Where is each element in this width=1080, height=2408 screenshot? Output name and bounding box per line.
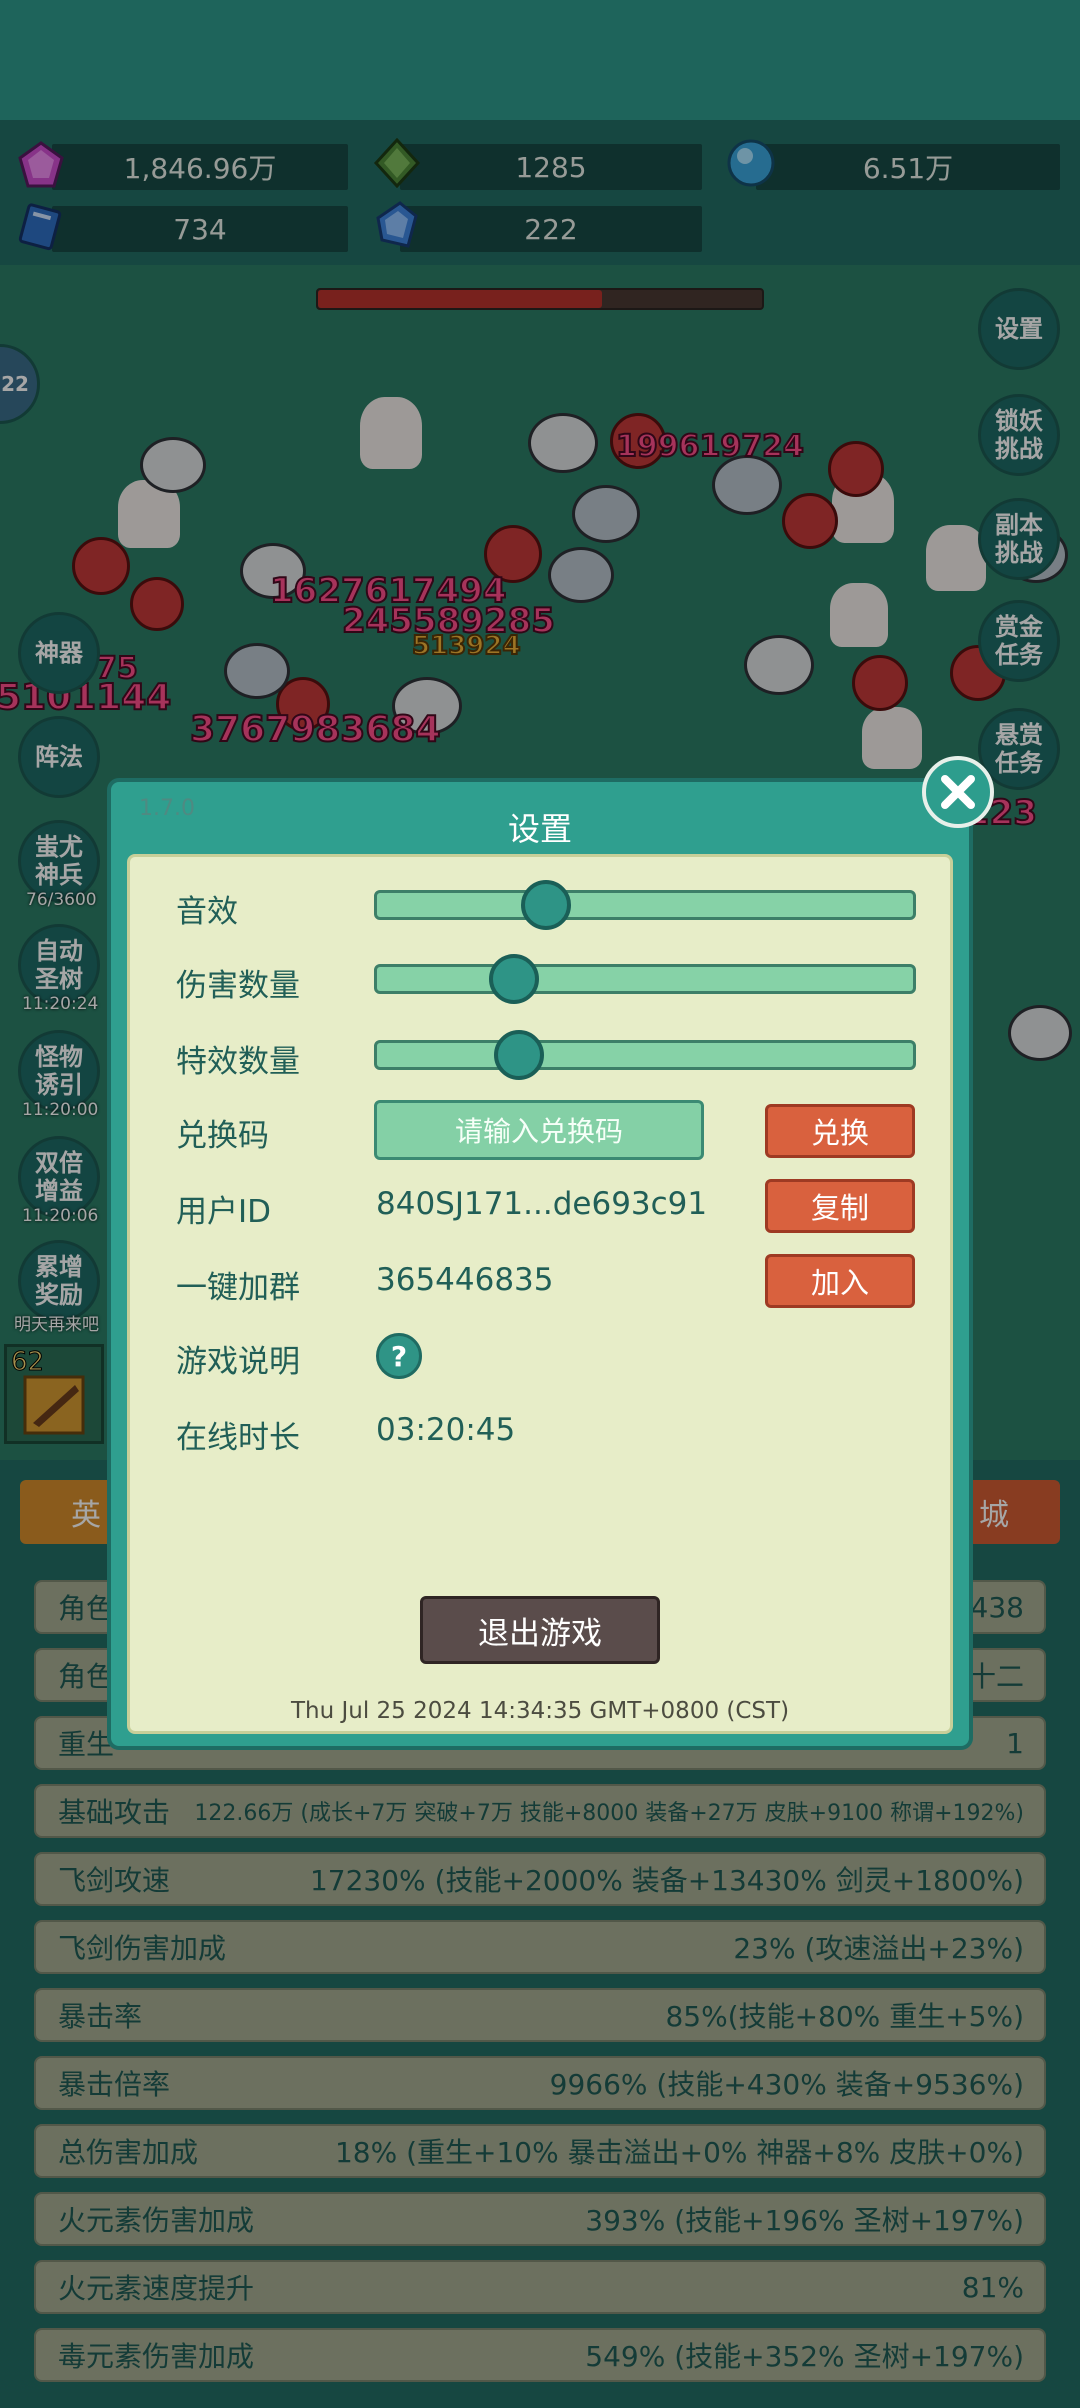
dialog-title: 设置	[507, 810, 572, 848]
user-id-value: 840SJ171...de693c91	[376, 1186, 708, 1222]
join-group-label: 一键加群	[176, 1270, 300, 1306]
sound-slider[interactable]	[374, 880, 916, 930]
effects-count-slider[interactable]	[374, 1030, 916, 1080]
damage-count-slider[interactable]	[374, 954, 916, 1004]
redeem-label: 兑换码	[176, 1118, 269, 1154]
sound-slider-handle[interactable]	[520, 880, 571, 930]
online-time-label: 在线时长	[176, 1420, 300, 1456]
redeem-code-input[interactable]: 请输入兑换码	[374, 1100, 704, 1160]
group-number: 365446835	[376, 1262, 554, 1298]
damage-count-slider-handle[interactable]	[488, 954, 539, 1004]
user-id-label: 用户ID	[176, 1194, 272, 1230]
close-button[interactable]	[922, 756, 994, 828]
effects-count-label: 特效数量	[176, 1044, 300, 1080]
redeem-placeholder: 请输入兑换码	[454, 1115, 623, 1148]
sound-label: 音效	[176, 894, 238, 930]
redeem-button[interactable]: 兑换	[765, 1104, 915, 1158]
exit-game-button[interactable]: 退出游戏	[420, 1596, 660, 1664]
effects-count-slider-handle[interactable]	[494, 1030, 544, 1080]
timestamp: Thu Jul 25 2024 14:34:35 GMT+0800 (CST)	[290, 1698, 790, 1724]
damage-count-label: 伤害数量	[176, 968, 300, 1004]
game-help-label: 游戏说明	[176, 1344, 300, 1380]
close-icon	[941, 775, 975, 809]
help-icon[interactable]: ?	[376, 1333, 422, 1379]
join-group-button[interactable]: 加入	[765, 1254, 915, 1308]
copy-button[interactable]: 复制	[765, 1179, 915, 1233]
online-time-value: 03:20:45	[376, 1412, 516, 1448]
